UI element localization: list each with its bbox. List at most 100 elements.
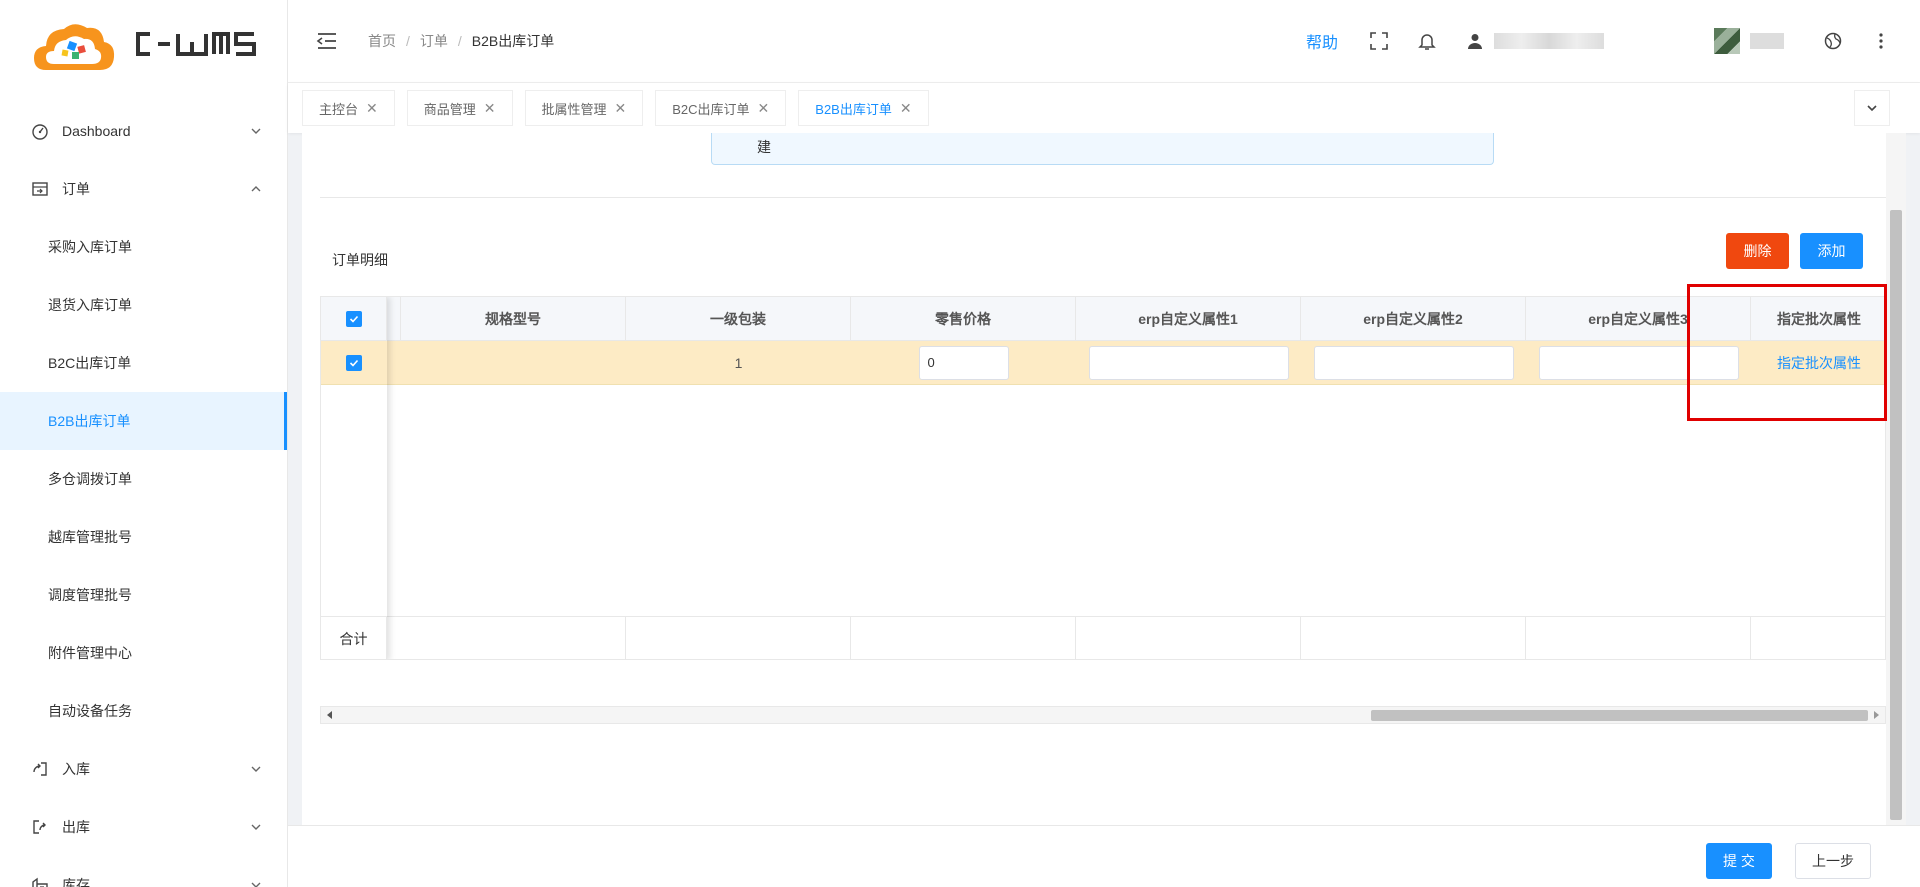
close-icon[interactable]: ✕	[900, 100, 912, 117]
footer-cell	[1751, 617, 1885, 659]
header-primary-package[interactable]: 一级包装	[626, 297, 851, 340]
dashboard-icon	[30, 121, 50, 141]
footer-cell	[626, 617, 851, 659]
sidebar-group-order[interactable]: 订单	[0, 160, 287, 218]
chevron-down-icon	[251, 128, 261, 134]
sidebar-item-label: B2B出库订单	[48, 413, 131, 429]
header-batch-attribute[interactable]: 指定批次属性	[1751, 297, 1885, 340]
fullscreen-icon[interactable]	[1368, 30, 1390, 52]
globe-icon[interactable]	[1822, 30, 1844, 52]
chevron-down-icon	[251, 882, 261, 887]
tabs-dropdown-button[interactable]	[1854, 90, 1890, 126]
sidebar-group-label: 入库	[62, 761, 90, 777]
specify-batch-attribute-link[interactable]: 指定批次属性	[1777, 353, 1861, 373]
close-icon[interactable]: ✕	[366, 100, 378, 117]
table-horizontal-scrollbar[interactable]	[320, 706, 1886, 724]
sidebar-item-label: 越库管理批号	[48, 529, 132, 545]
username-redacted[interactable]	[1494, 33, 1604, 49]
tab-b2c-outbound[interactable]: B2C出库订单 ✕	[655, 90, 787, 126]
page-vertical-scrollbar[interactable]	[1886, 133, 1906, 825]
header-retail-price[interactable]: 零售价格	[851, 297, 1076, 340]
bell-icon[interactable]	[1416, 30, 1438, 52]
tab-label: 商品管理	[423, 101, 476, 117]
previous-step-button[interactable]: 上一步	[1795, 843, 1871, 879]
sidebar-item-purchase-inbound[interactable]: 采购入库订单	[0, 218, 287, 276]
sidebar-item-attachment-center[interactable]: 附件管理中心	[0, 624, 287, 682]
header-erp-attr-2[interactable]: erp自定义属性2	[1301, 297, 1526, 340]
sidebar-item-b2c-outbound[interactable]: B2C出库订单	[0, 334, 287, 392]
cell-retail-price: 0	[851, 341, 1076, 384]
sidebar-item-return-inbound[interactable]: 退货入库订单	[0, 276, 287, 334]
inventory-icon	[30, 875, 50, 887]
logo[interactable]	[0, 0, 287, 95]
tab-batch-attribute-management[interactable]: 批属性管理 ✕	[524, 90, 644, 126]
chevron-up-icon	[251, 186, 261, 192]
footer-total-label: 合计	[321, 617, 387, 659]
tab-dashboard[interactable]: 主控台 ✕	[302, 90, 395, 126]
info-box: 建	[711, 133, 1494, 165]
help-link[interactable]: 帮助	[1306, 29, 1338, 53]
sidebar-item-cross-dock-batch[interactable]: 越库管理批号	[0, 508, 287, 566]
sidebar-item-dispatch-batch[interactable]: 调度管理批号	[0, 566, 287, 624]
sidebar-item-auto-device-task[interactable]: 自动设备任务	[0, 682, 287, 740]
sidebar-group-label: 库存	[62, 877, 90, 887]
sidebar-group-inventory[interactable]: 库存	[0, 856, 287, 887]
sidebar-group-dashboard[interactable]: Dashboard	[0, 102, 287, 160]
avatar[interactable]	[1714, 28, 1740, 54]
footer-cell	[1526, 617, 1751, 659]
order-detail-table: 规格型号 一级包装 零售价格 erp自定义属性1 erp自定义属性2 erp自定…	[320, 296, 1886, 660]
delete-button[interactable]: 删除	[1726, 233, 1789, 269]
close-icon[interactable]: ✕	[484, 100, 496, 117]
header-spec[interactable]: 规格型号	[401, 297, 626, 340]
erp-attr-2-input[interactable]	[1313, 345, 1514, 380]
sidebar-item-label: 退货入库订单	[48, 297, 132, 313]
check-icon	[349, 359, 359, 367]
tab-b2b-outbound[interactable]: B2B出库订单 ✕	[798, 90, 929, 126]
main-content: 建 订单明细 删除 添加 规格型号 一级包装 零售价格 erp自定义属性1 er…	[302, 133, 1886, 825]
scrollbar-thumb[interactable]	[1890, 210, 1902, 820]
add-button[interactable]: 添加	[1800, 233, 1863, 269]
inbound-icon	[30, 759, 50, 779]
erp-attr-1-input[interactable]	[1088, 345, 1289, 380]
close-icon[interactable]: ✕	[758, 100, 770, 117]
outbound-icon	[30, 817, 50, 837]
row-checkbox[interactable]	[346, 354, 362, 371]
erp-attr-3-input[interactable]	[1538, 345, 1739, 380]
tenant-redacted[interactable]	[1750, 33, 1784, 49]
user-icon[interactable]	[1464, 30, 1486, 52]
section-title: 订单明细	[332, 252, 388, 268]
header-checkbox-cell	[321, 297, 387, 340]
sidebar-item-b2b-outbound[interactable]: B2B出库订单	[0, 392, 287, 450]
scroll-right-arrow-icon[interactable]	[1874, 711, 1879, 719]
tabs-bar: 主控台 ✕ 商品管理 ✕ 批属性管理 ✕ B2C出库订单 ✕ B2B出库订单 ✕	[288, 83, 1920, 133]
chevron-down-icon	[251, 766, 261, 772]
header-erp-attr-1[interactable]: erp自定义属性1	[1076, 297, 1301, 340]
info-text: 建	[757, 139, 771, 155]
scroll-left-arrow-icon[interactable]	[327, 711, 332, 719]
more-vertical-icon[interactable]	[1870, 30, 1892, 52]
submit-button[interactable]: 提 交	[1706, 843, 1772, 879]
sidebar-group-label: 订单	[62, 181, 90, 197]
scrollbar-thumb[interactable]	[1371, 710, 1868, 721]
sidebar-group-inbound[interactable]: 入库	[0, 740, 287, 798]
logo-text	[134, 30, 258, 66]
close-icon[interactable]: ✕	[615, 100, 627, 117]
table-header: 规格型号 一级包装 零售价格 erp自定义属性1 erp自定义属性2 erp自定…	[321, 297, 1885, 341]
menu-collapse-icon[interactable]	[316, 31, 338, 51]
header-spacer	[387, 297, 401, 340]
top-header: 首页 / 订单 / B2B出库订单 帮助	[288, 0, 1920, 83]
header-actions: 帮助	[1306, 28, 1920, 54]
breadcrumb-order[interactable]: 订单	[420, 31, 448, 51]
select-all-checkbox[interactable]	[345, 310, 362, 327]
divider	[320, 197, 1886, 198]
tab-product-management[interactable]: 商品管理 ✕	[406, 90, 513, 126]
breadcrumb-home[interactable]: 首页	[368, 31, 396, 51]
sidebar-item-multi-warehouse-transfer[interactable]: 多仓调拨订单	[0, 450, 287, 508]
order-icon	[30, 179, 50, 199]
header-erp-attr-3[interactable]: erp自定义属性3	[1526, 297, 1751, 340]
retail-price-input[interactable]: 0	[918, 345, 1009, 380]
table-row[interactable]: 1 0 指定批次属性	[321, 341, 1885, 385]
footer-cell	[1301, 617, 1526, 659]
sidebar-group-outbound[interactable]: 出库	[0, 798, 287, 856]
table-footer: 合计	[321, 616, 1885, 659]
